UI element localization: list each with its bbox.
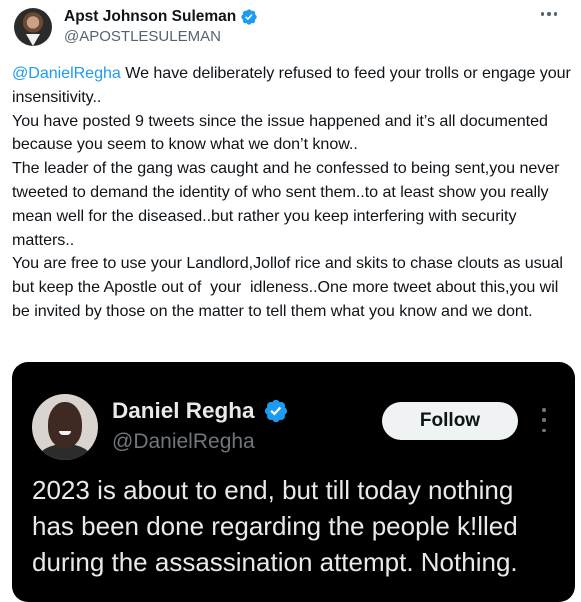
more-options-icon[interactable] — [535, 4, 563, 24]
verified-badge-icon — [264, 399, 287, 423]
quoted-author-name-row: Daniel Regha — [112, 398, 289, 424]
quoted-author-handle[interactable]: @DanielRegha — [112, 430, 255, 454]
author-name[interactable]: Apst Johnson Suleman — [64, 8, 236, 26]
quoted-tweet-text: 2023 is about to end, but till today not… — [32, 475, 525, 577]
quoted-tweet[interactable]: Daniel Regha @DanielRegha Follow 2023 is… — [12, 362, 575, 602]
author-name-row: Apst Johnson Suleman — [64, 8, 258, 26]
quoted-author-name[interactable]: Daniel Regha — [112, 398, 255, 424]
tweet-body-text: We have deliberately refused to feed you… — [12, 64, 571, 320]
verified-badge-icon — [241, 9, 257, 25]
author-avatar[interactable] — [14, 8, 52, 46]
follow-button[interactable]: Follow — [382, 402, 518, 440]
more-options-icon[interactable] — [538, 406, 550, 434]
author-handle[interactable]: @APOSTLESULEMAN — [64, 28, 221, 45]
tweet-body: @DanielRegha We have deliberately refuse… — [12, 62, 578, 324]
mention-link[interactable]: @DanielRegha — [12, 64, 121, 82]
quoted-author-avatar[interactable] — [32, 394, 98, 460]
